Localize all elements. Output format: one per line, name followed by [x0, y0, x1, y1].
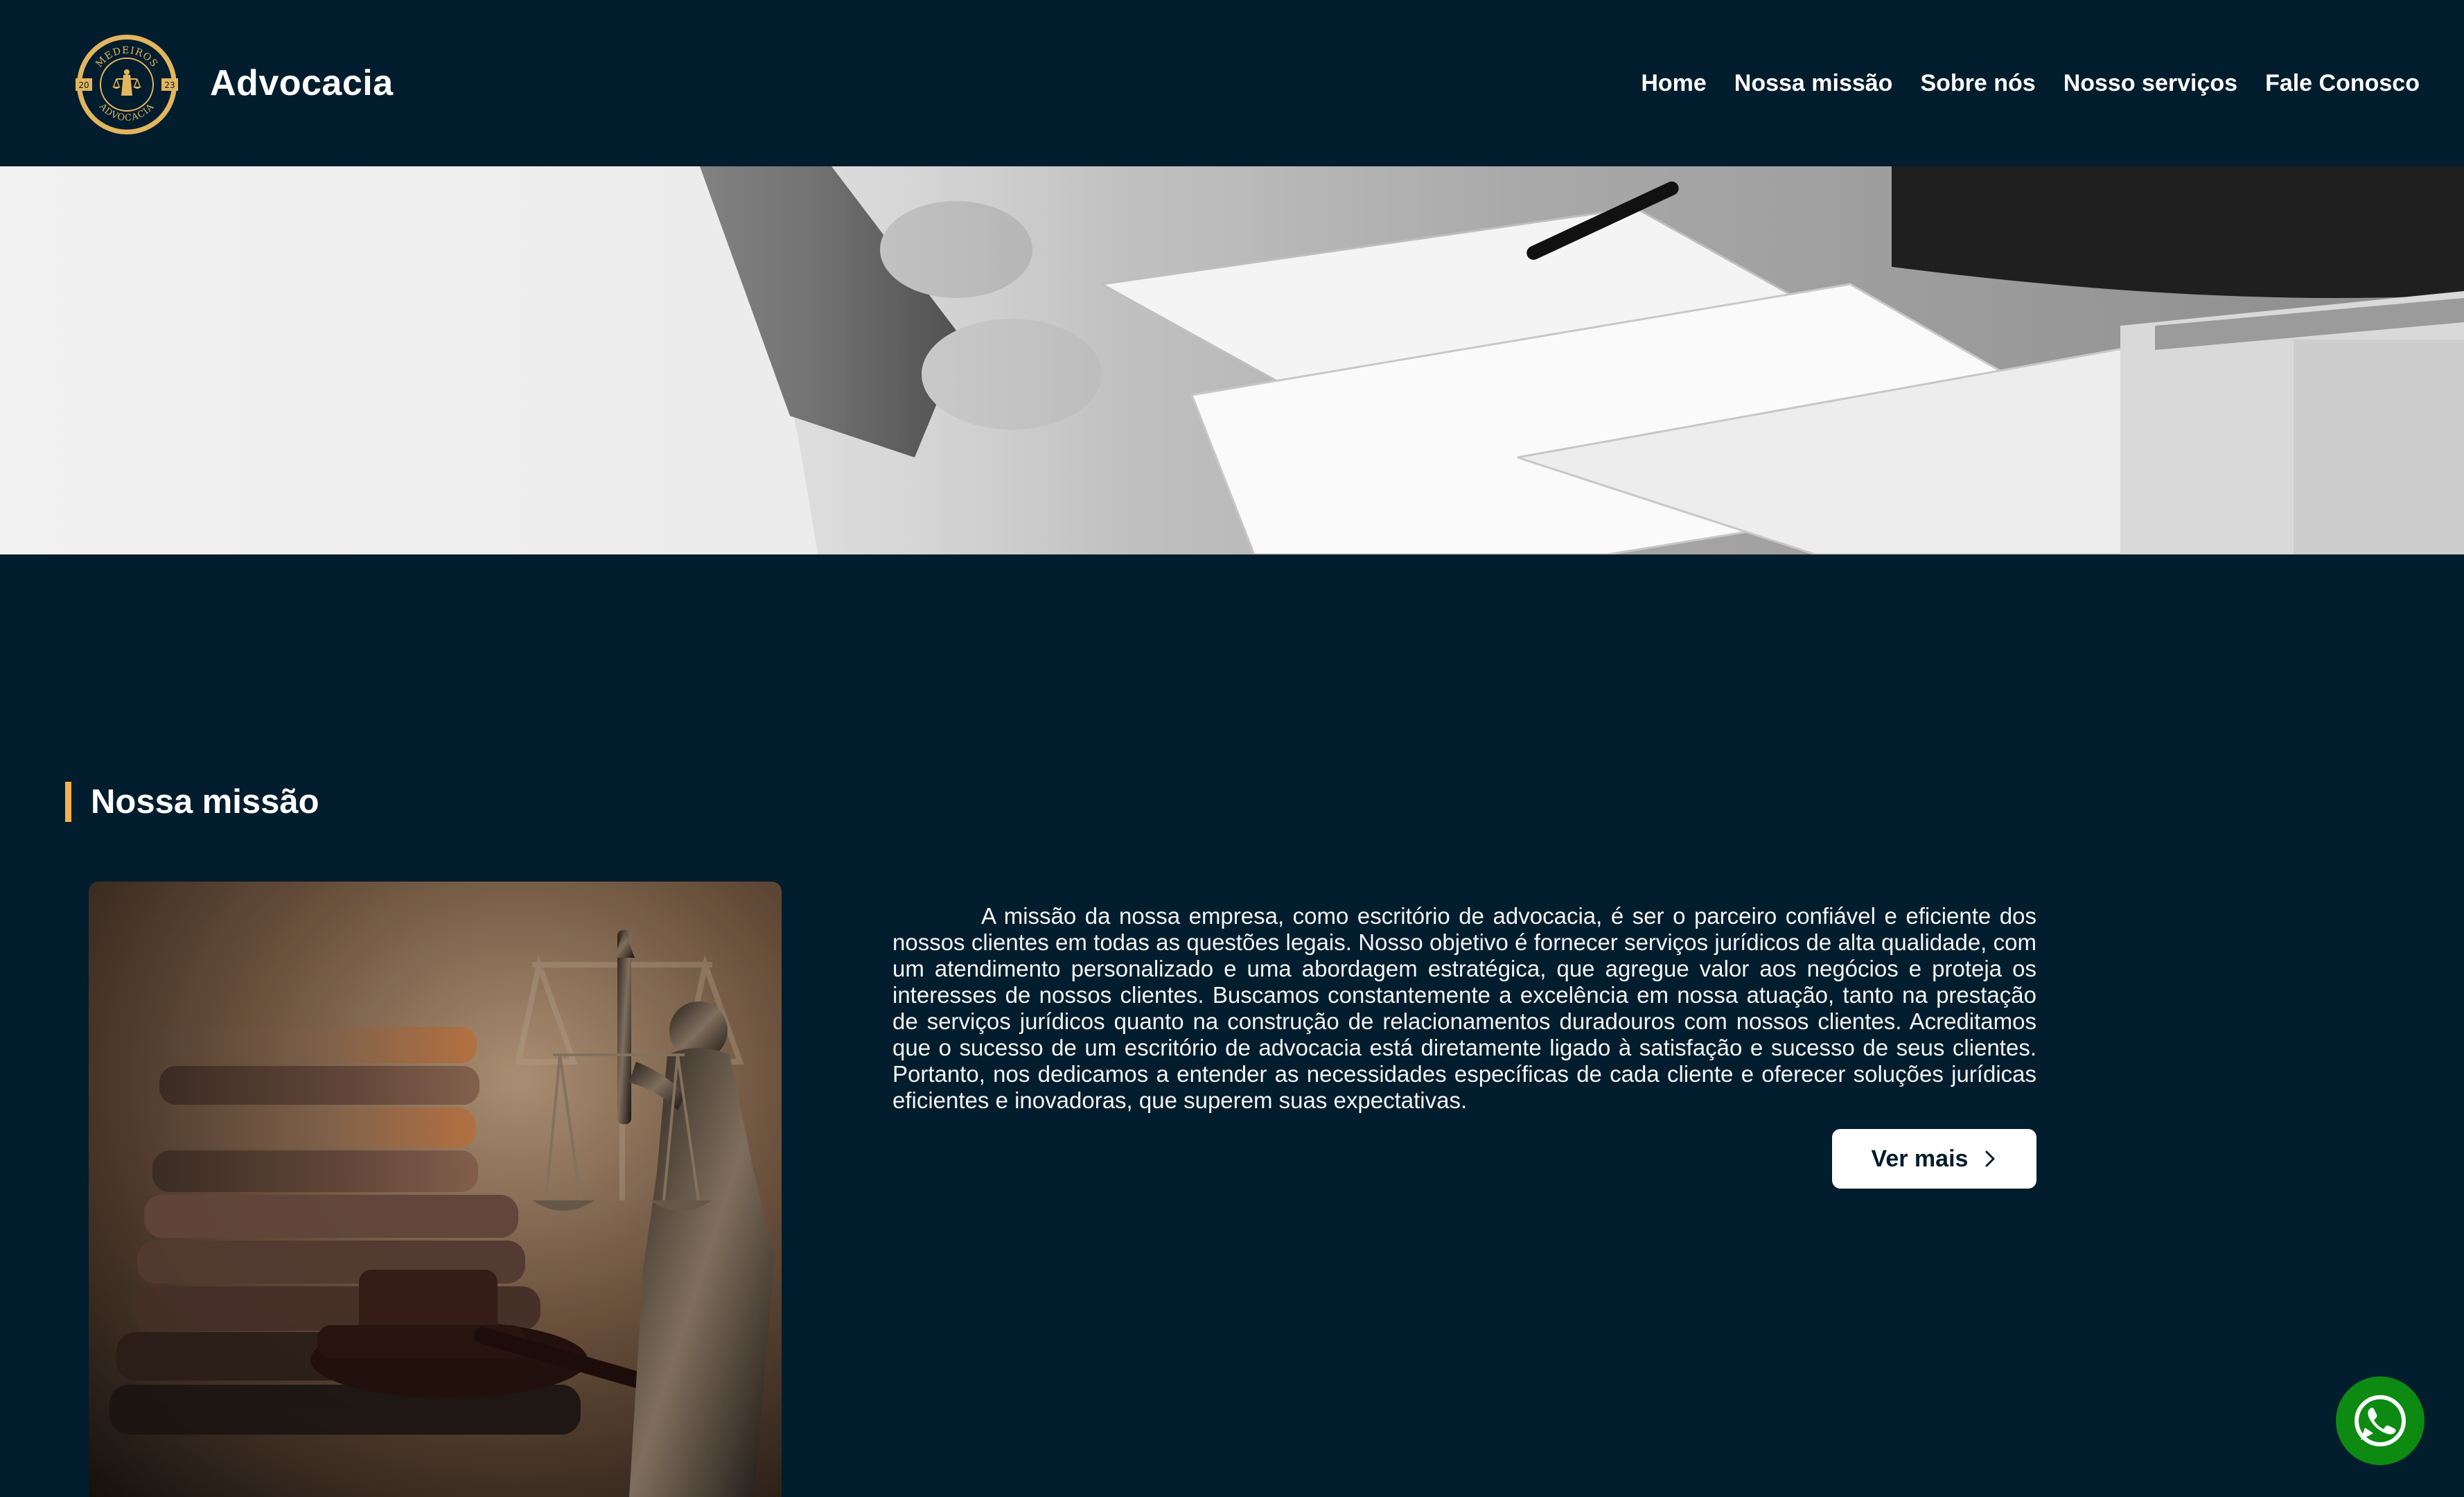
mission-paragraph: A missão da nossa empresa, como escritór… [892, 903, 2036, 1113]
svg-text:23: 23 [164, 80, 175, 90]
section-title-nossa-missao: Nossa missão [65, 782, 319, 822]
logo[interactable]: MEDEIROS ADVOCACIA 20 23 [75, 33, 179, 137]
site-header: MEDEIROS ADVOCACIA 20 23 Advocacia Home … [0, 0, 2464, 166]
whatsapp-icon [2355, 1395, 2406, 1446]
nav-sobre-nos[interactable]: Sobre nós [1920, 67, 2035, 99]
nav-fale-conosco[interactable]: Fale Conosco [2265, 67, 2420, 99]
svg-text:20: 20 [78, 80, 89, 90]
nav-nossos-servicos[interactable]: Nosso serviços [2063, 67, 2237, 99]
ver-mais-button[interactable]: Ver mais [1832, 1129, 2036, 1189]
lady-justice-image [89, 882, 782, 1497]
chevron-right-icon [1985, 1150, 1995, 1167]
main-navigation: Home Nossa missão Sobre nós Nosso serviç… [1641, 67, 2420, 99]
brand-name[interactable]: Advocacia [210, 61, 394, 105]
whatsapp-button[interactable] [2336, 1376, 2425, 1465]
hero-banner-image [0, 166, 2464, 554]
nav-nossa-missao[interactable]: Nossa missão [1734, 67, 1893, 99]
ver-mais-label: Ver mais [1871, 1145, 1969, 1172]
nav-home[interactable]: Home [1641, 67, 1706, 99]
